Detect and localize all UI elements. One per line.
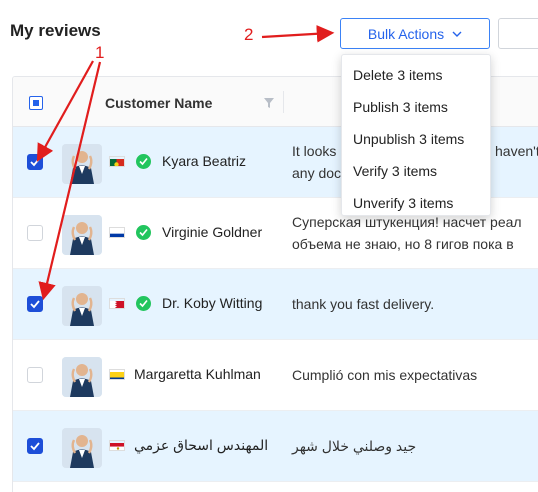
menu-item-publish[interactable]: Publish 3 items <box>342 91 490 123</box>
verified-icon <box>136 154 151 169</box>
chevron-down-icon <box>452 31 462 37</box>
table-row: Margaretta Kuhlman Cumplió con mis expec… <box>13 340 538 411</box>
annotation-step-2: 2 <box>244 25 254 44</box>
portugal-flag-icon <box>109 156 125 167</box>
toolbar-button[interactable] <box>498 18 538 49</box>
row-checkbox[interactable] <box>27 438 43 454</box>
review-text-line: thank you fast delivery. <box>292 296 435 312</box>
customer-name: Kyara Beatriz <box>162 153 247 169</box>
customer-name: Virginie Goldner <box>162 224 263 240</box>
customer-name: Margaretta Kuhlman <box>134 366 261 382</box>
row-checkbox[interactable] <box>27 225 43 241</box>
column-header-customer-name: Customer Name <box>105 95 213 111</box>
arrow-to-bulk-actions <box>261 24 335 43</box>
table-row: المهندس اسحاق عزمي جيد وصلني خلال شهر <box>13 411 538 482</box>
annotation-step-1: 1 <box>95 43 105 62</box>
menu-item-unpublish[interactable]: Unpublish 3 items <box>342 123 490 155</box>
avatar <box>62 215 102 255</box>
avatar <box>62 286 102 326</box>
review-text-line: объема не знаю, но 8 гигов пока в <box>292 236 514 252</box>
row-checkbox[interactable] <box>27 296 43 312</box>
verified-icon <box>136 296 151 311</box>
customer-name: المهندس اسحاق عزمي <box>134 437 269 453</box>
table-row: Dr. Koby Witting thank you fast delivery… <box>13 269 538 340</box>
select-all-checkbox[interactable] <box>29 96 43 110</box>
menu-item-delete[interactable]: Delete 3 items <box>342 59 490 91</box>
review-text-line: any doc <box>292 165 342 181</box>
menu-item-verify[interactable]: Verify 3 items <box>342 155 490 187</box>
avatar <box>62 357 102 397</box>
egypt-flag-icon <box>109 440 125 451</box>
menu-item-unverify[interactable]: Unverify 3 items <box>342 187 490 219</box>
colombia-flag-icon <box>109 369 125 380</box>
verified-icon <box>136 225 151 240</box>
bulk-actions-menu: Delete 3 items Publish 3 items Unpublish… <box>341 54 491 216</box>
review-text-line: It looks <box>292 143 337 159</box>
row-checkbox[interactable] <box>27 154 43 170</box>
review-text-line: جيد وصلني خلال شهر <box>292 438 417 454</box>
page-title: My reviews <box>10 21 101 40</box>
bahrain-flag-icon <box>109 298 125 309</box>
bulk-actions-button[interactable]: Bulk Actions <box>340 18 490 49</box>
review-text-line: Cumplió con mis expectativas <box>292 367 478 383</box>
russia-flag-icon <box>109 227 125 238</box>
customer-name: Dr. Koby Witting <box>162 295 263 311</box>
bulk-actions-label: Bulk Actions <box>367 25 445 42</box>
review-text-line: haven't <box>495 143 538 159</box>
column-divider <box>283 91 284 113</box>
avatar <box>62 428 102 468</box>
avatar <box>62 144 102 184</box>
filter-icon[interactable] <box>264 98 274 108</box>
row-checkbox[interactable] <box>27 367 43 383</box>
